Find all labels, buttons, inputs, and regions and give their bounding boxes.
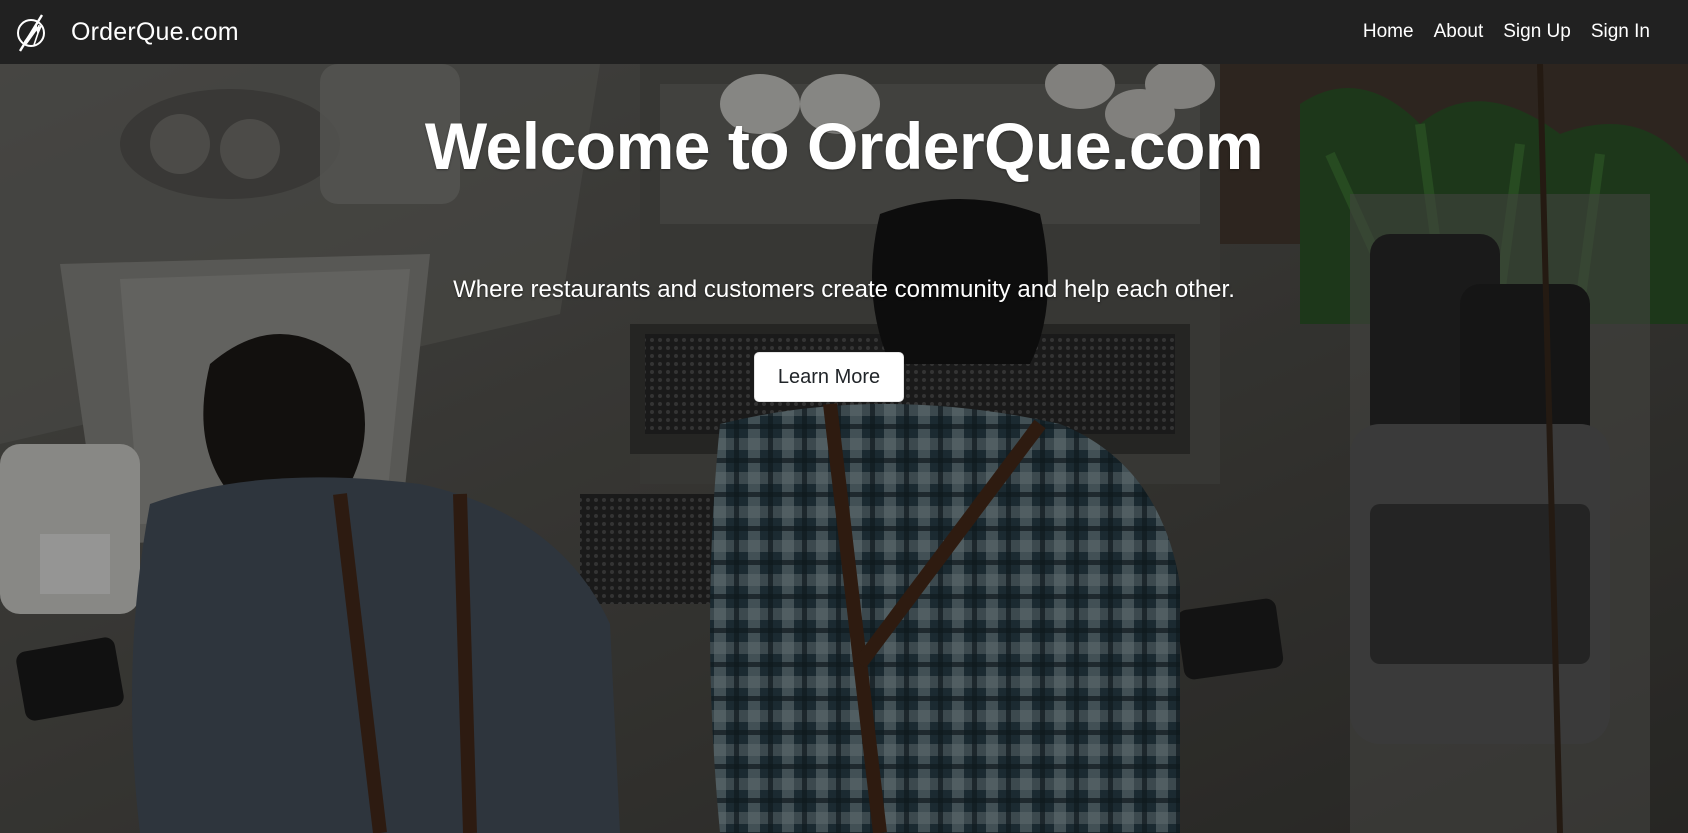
fork-knife-circle-icon — [17, 14, 45, 52]
nav-sign-in-link[interactable]: Sign In — [1591, 21, 1650, 43]
hero-section: Welcome to OrderQue.com Where restaurant… — [0, 64, 1688, 833]
nav-home-link[interactable]: Home — [1363, 21, 1414, 43]
hero-subtitle: Where restaurants and customers create c… — [453, 276, 1235, 303]
nav-about-link[interactable]: About — [1434, 21, 1484, 43]
nav-links: Home About Sign Up Sign In — [1363, 0, 1650, 64]
brand-link[interactable]: OrderQue.com — [14, 9, 239, 55]
top-navbar: OrderQue.com Home About Sign Up Sign In — [0, 0, 1688, 64]
hero-title: Welcome to OrderQue.com — [424, 109, 1264, 183]
learn-more-button[interactable]: Learn More — [754, 352, 904, 402]
brand-name: OrderQue.com — [71, 17, 239, 46]
nav-sign-up-link[interactable]: Sign Up — [1503, 21, 1571, 43]
